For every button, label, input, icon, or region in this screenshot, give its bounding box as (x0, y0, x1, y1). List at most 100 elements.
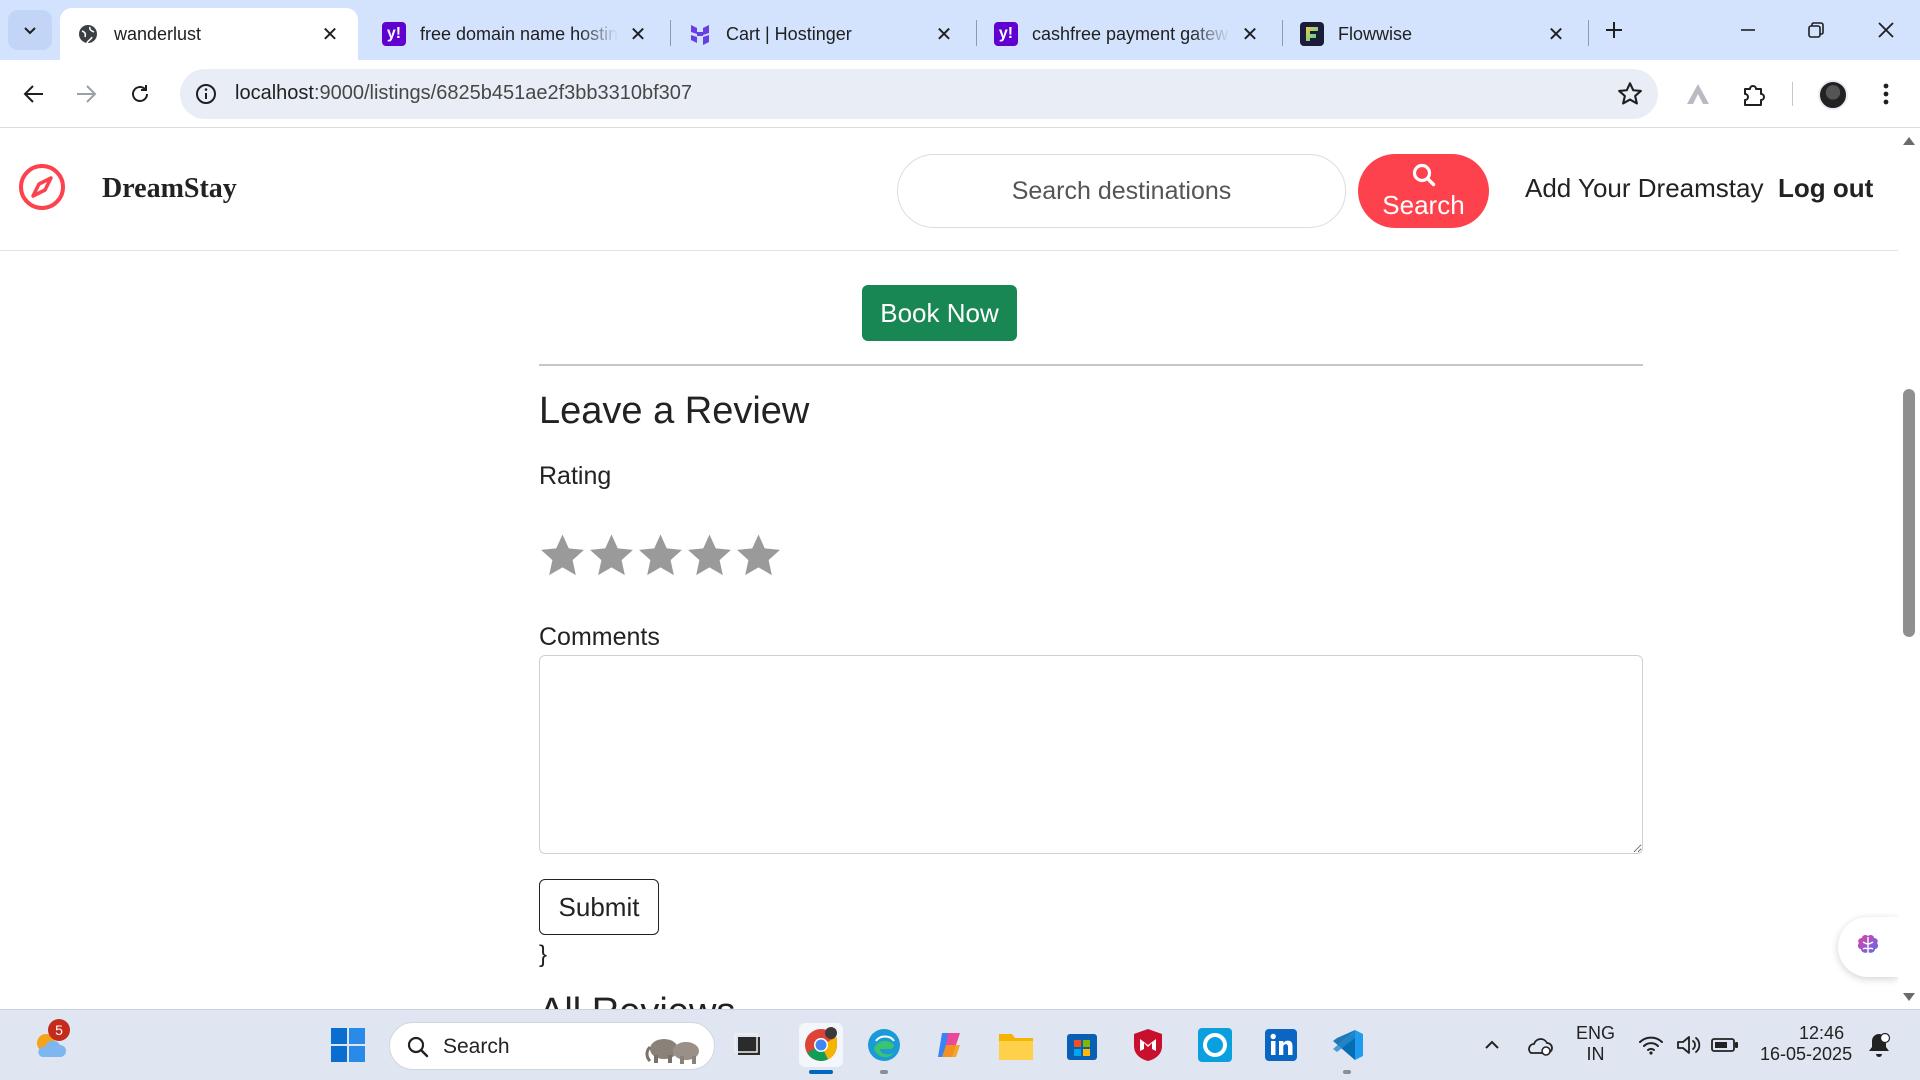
page-scrollbar[interactable] (1898, 129, 1920, 1009)
tab-cashfree[interactable]: y! cashfree payment gatewa ✕ (978, 8, 1278, 60)
globe-icon (76, 22, 100, 46)
star-icon[interactable] (734, 531, 783, 581)
store-taskbar-button[interactable] (1062, 1025, 1102, 1065)
back-button[interactable] (14, 74, 54, 114)
mcafee-taskbar-button[interactable] (1128, 1025, 1168, 1065)
notification-badge: 5 (48, 1019, 70, 1041)
site-info-icon[interactable] (194, 82, 218, 106)
star-icon[interactable] (587, 531, 636, 581)
bookmark-star-icon[interactable] (1616, 80, 1644, 108)
close-icon[interactable]: ✕ (1544, 22, 1568, 46)
page-viewport: DreamStay Search Add Your Dreamstay Log … (0, 129, 1898, 1009)
menu-button[interactable] (1870, 78, 1902, 110)
tab-separator (1588, 20, 1589, 46)
clock[interactable]: 12:46 16-05-2025 (1760, 1023, 1852, 1065)
reload-button[interactable] (120, 74, 160, 114)
tab-free-domain[interactable]: y! free domain name hostin ✕ (366, 8, 666, 60)
logout-link[interactable]: Log out (1778, 173, 1873, 204)
scrollbar-thumb[interactable] (1903, 389, 1915, 637)
vscode-taskbar-button[interactable] (1327, 1025, 1367, 1065)
wifi-tray-button[interactable] (1634, 1025, 1668, 1065)
tab-separator (976, 20, 977, 46)
weather-widget[interactable]: 5 (28, 1019, 72, 1067)
taskbar-search[interactable]: Search (389, 1022, 715, 1070)
destination-search-input[interactable] (897, 154, 1346, 228)
brand-name[interactable]: DreamStay (102, 173, 237, 205)
show-hidden-icons-button[interactable] (1480, 1025, 1504, 1065)
puzzle-icon (1744, 85, 1765, 106)
active-app-indicator (809, 1070, 833, 1074)
windows-taskbar: 5 Search ENG IN 12:46 16-05-2025 (0, 1009, 1920, 1080)
forward-button[interactable] (66, 74, 106, 114)
submit-review-button[interactable]: Submit (539, 879, 659, 935)
stray-brace-text: } (539, 941, 548, 968)
extension-icon[interactable] (1682, 78, 1714, 110)
scroll-down-arrow-icon[interactable] (1903, 993, 1915, 1001)
clock-date: 16-05-2025 (1760, 1044, 1853, 1064)
url-host: localhost (235, 82, 314, 104)
new-tab-button[interactable] (1598, 14, 1630, 46)
ai-assistant-button[interactable] (1838, 917, 1898, 977)
tab-flowwise[interactable]: Flowwise ✕ (1284, 8, 1584, 60)
linkedin-taskbar-button[interactable] (1261, 1025, 1301, 1065)
close-icon[interactable]: ✕ (1238, 22, 1262, 46)
battery-icon (1711, 1038, 1738, 1052)
extensions-button[interactable] (1738, 78, 1770, 110)
chrome-icon (805, 1027, 837, 1061)
minimize-button[interactable] (1718, 8, 1778, 52)
start-button[interactable] (328, 1025, 368, 1065)
task-view-button[interactable] (728, 1025, 768, 1065)
folder-icon (999, 1034, 1033, 1060)
close-icon[interactable]: ✕ (626, 22, 650, 46)
volume-tray-button[interactable] (1672, 1025, 1706, 1065)
close-window-button[interactable] (1856, 8, 1916, 52)
elephants-search-highlight-icon (645, 1039, 699, 1064)
address-bar[interactable]: localhost:9000/listings/6825b451ae2f3bb3… (180, 69, 1658, 119)
add-dreamstay-link[interactable]: Add Your Dreamstay (1525, 173, 1763, 204)
url-path: :9000/listings/6825b451ae2f3bb3310bf307 (313, 82, 693, 104)
language-indicator[interactable]: ENG IN (1576, 1023, 1615, 1065)
rating-label: Rating (539, 462, 612, 490)
scroll-up-arrow-icon[interactable] (1903, 137, 1915, 145)
tab-title: free domain name hostin (420, 23, 618, 44)
onedrive-tray-button[interactable] (1522, 1025, 1556, 1065)
battery-tray-button[interactable] (1708, 1025, 1742, 1065)
close-icon[interactable]: ✕ (932, 22, 956, 46)
search-icon (1412, 163, 1435, 186)
copilot-taskbar-button[interactable] (930, 1025, 970, 1065)
yahoo-icon: y! (994, 22, 1018, 46)
browser-toolbar: localhost:9000/listings/6825b451ae2f3bb3… (0, 60, 1920, 128)
running-app-indicator (880, 1070, 888, 1074)
region-code: IN (1586, 1044, 1605, 1064)
search-icon (407, 1036, 429, 1058)
tab-cart-hostinger[interactable]: Cart | Hostinger ✕ (672, 8, 972, 60)
clock-time: 12:46 (1799, 1023, 1845, 1043)
triangle-logo-icon (1687, 84, 1709, 104)
star-icon[interactable] (636, 531, 685, 581)
plus-icon (1606, 22, 1622, 38)
flowwise-icon (1300, 22, 1324, 46)
profile-avatar[interactable] (1818, 80, 1848, 110)
star-icon[interactable] (538, 531, 587, 581)
edge-taskbar-button[interactable] (864, 1025, 904, 1065)
alexa-taskbar-button[interactable] (1195, 1025, 1235, 1065)
book-now-button[interactable]: Book Now (862, 285, 1017, 341)
search-button[interactable]: Search (1358, 154, 1489, 228)
store-icon (1067, 1034, 1097, 1060)
tab-search-button[interactable] (8, 10, 52, 50)
chrome-taskbar-button[interactable] (799, 1023, 843, 1067)
vscode-icon (1333, 1030, 1363, 1060)
comments-label: Comments (539, 623, 660, 651)
tab-title: Cart | Hostinger (726, 23, 852, 44)
comments-textarea[interactable] (539, 655, 1643, 854)
notifications-button[interactable] (1864, 1025, 1894, 1065)
brain-icon (1857, 934, 1879, 956)
compass-logo-icon[interactable] (18, 163, 66, 211)
star-icon[interactable] (685, 531, 734, 581)
file-explorer-taskbar-button[interactable] (996, 1025, 1036, 1065)
close-icon[interactable]: ✕ (318, 22, 342, 46)
tab-title: wanderlust (114, 23, 202, 44)
restore-button[interactable] (1786, 8, 1846, 52)
tab-wanderlust[interactable]: wanderlust ✕ (60, 8, 358, 60)
running-app-indicator (1343, 1070, 1351, 1074)
